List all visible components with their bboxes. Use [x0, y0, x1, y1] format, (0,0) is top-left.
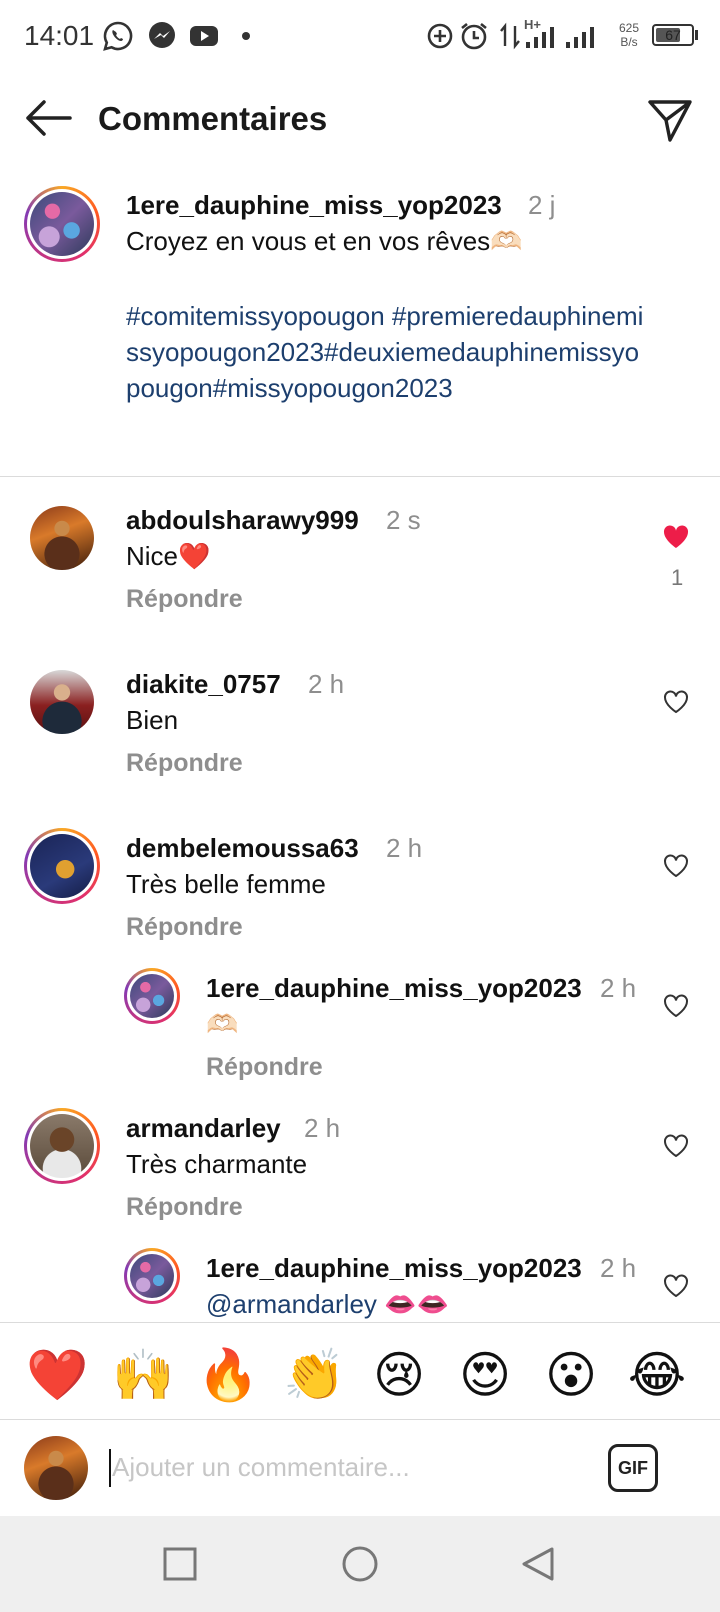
emoji-laughing-button[interactable]: 😂: [627, 1345, 687, 1405]
emoji-fire-button[interactable]: 🔥: [197, 1345, 259, 1405]
status-bar: 14:01 H+ 625 B/s 67: [0, 0, 720, 72]
heart-outline-icon: [664, 854, 688, 878]
reply-button[interactable]: Répondre: [126, 913, 243, 942]
network-speed-unit: B/s: [620, 35, 638, 49]
comment-time: 2 h: [600, 973, 637, 1003]
circle-icon: [342, 1546, 378, 1582]
like-button[interactable]: [662, 853, 690, 879]
avatar[interactable]: [124, 968, 180, 1024]
like-button[interactable]: [662, 689, 690, 715]
emoji-raising-hands-button[interactable]: 🙌: [112, 1345, 174, 1405]
header: Commentaires: [0, 88, 720, 152]
comment-time: 2 h: [386, 833, 423, 863]
text-cursor: [109, 1449, 111, 1487]
heart-outline-icon: [664, 690, 688, 714]
comment-username[interactable]: abdoulsharawy999: [126, 505, 359, 536]
comment-username[interactable]: 1ere_dauphine_miss_yop2023: [206, 973, 582, 1004]
avatar[interactable]: [30, 506, 94, 570]
square-icon: [163, 1547, 197, 1581]
emoji-clap-button[interactable]: 👏: [283, 1345, 345, 1405]
back-button[interactable]: [22, 96, 74, 140]
reply-button[interactable]: Répondre: [126, 1193, 243, 1222]
comment-username[interactable]: diakite_0757: [126, 669, 281, 700]
signal-icon: [566, 27, 594, 48]
avatar[interactable]: [24, 1108, 100, 1184]
comment-time: 2 h: [308, 669, 345, 699]
divider: [0, 476, 720, 477]
caption-username[interactable]: 1ere_dauphine_miss_yop2023: [126, 190, 502, 221]
heart-filled-icon: [663, 525, 689, 548]
alarm-icon: [461, 22, 487, 50]
comment-input-bar: GIF: [0, 1420, 720, 1516]
emoji-heart-button[interactable]: ❤️: [26, 1345, 88, 1405]
like-button[interactable]: [662, 993, 690, 1019]
comment-text: Très belle femme: [126, 869, 326, 899]
comment-text: Bien: [126, 705, 179, 735]
page-title: Commentaires: [98, 100, 328, 137]
avatar[interactable]: [30, 670, 94, 734]
comment-text-rest: 👄👄: [376, 1289, 449, 1319]
comment-username[interactable]: 1ere_dauphine_miss_yop2023: [206, 1253, 582, 1284]
emoji-quick-bar: ❤️ 🙌 🔥 👏 😢 😍 😮 😂: [0, 1322, 720, 1420]
system-nav-bar: [0, 1516, 720, 1612]
avatar[interactable]: [124, 1248, 180, 1304]
reply-button[interactable]: Répondre: [206, 1053, 323, 1082]
reply-button[interactable]: Répondre: [126, 585, 243, 614]
mention-link[interactable]: @armandarley: [206, 1289, 377, 1319]
like-button[interactable]: [662, 1133, 690, 1159]
caption-text: Croyez en vous et en vos rêves🫶🏻: [126, 226, 523, 256]
comment-text: Nice❤️: [126, 541, 211, 571]
home-button[interactable]: [340, 1544, 380, 1584]
comment-text: Très charmante: [126, 1149, 308, 1179]
back-nav-button[interactable]: [518, 1544, 558, 1584]
triangle-back-icon: [522, 1547, 554, 1581]
recent-apps-button[interactable]: [160, 1544, 200, 1584]
comment-username[interactable]: armandarley: [126, 1113, 281, 1144]
comment-text: @armandarley 👄👄: [206, 1289, 449, 1320]
emoji-surprised-button[interactable]: 😮: [541, 1345, 601, 1405]
battery-icon: 67: [652, 24, 694, 46]
status-time: 14:01: [24, 20, 95, 51]
signal-icon: [526, 27, 554, 48]
avatar[interactable]: [24, 828, 100, 904]
comment-time: 2 s: [386, 505, 421, 535]
emoji-crying-button[interactable]: 😢: [369, 1345, 429, 1405]
youtube-icon: [190, 26, 218, 46]
current-user-avatar: [24, 1436, 88, 1500]
heart-outline-icon: [664, 1134, 688, 1158]
gif-button[interactable]: GIF: [608, 1444, 658, 1492]
data-saver-icon: [427, 23, 453, 49]
whatsapp-icon: [103, 21, 133, 51]
heart-outline-icon: [664, 994, 688, 1018]
emoji-heart-eyes-button[interactable]: 😍: [455, 1345, 515, 1405]
caption-avatar[interactable]: [24, 186, 100, 262]
share-button[interactable]: [646, 96, 694, 144]
arrow-left-icon: [26, 100, 72, 136]
comment-text: 🫶🏻: [206, 1009, 239, 1039]
caption-time: 2 j: [528, 190, 556, 220]
like-count: 1: [671, 565, 684, 590]
heart-outline-icon: [664, 1274, 688, 1298]
comment-time: 2 h: [600, 1253, 637, 1283]
battery-level: 67: [665, 27, 681, 43]
battery-tip: [695, 30, 698, 40]
like-button[interactable]: [662, 1273, 690, 1299]
messenger-icon: [149, 22, 175, 48]
reply-button[interactable]: Répondre: [126, 749, 243, 778]
comment-username[interactable]: dembelemoussa63: [126, 833, 359, 864]
comment-input[interactable]: [112, 1442, 572, 1492]
comment-time: 2 h: [304, 1113, 341, 1143]
caption-hashtags[interactable]: #comitemissyopougon #premieredauphinemis…: [126, 298, 646, 406]
like-button[interactable]: [662, 524, 690, 550]
paper-plane-icon: [648, 100, 692, 142]
dot-icon: [242, 32, 250, 40]
network-speed-value: 625: [618, 21, 640, 35]
